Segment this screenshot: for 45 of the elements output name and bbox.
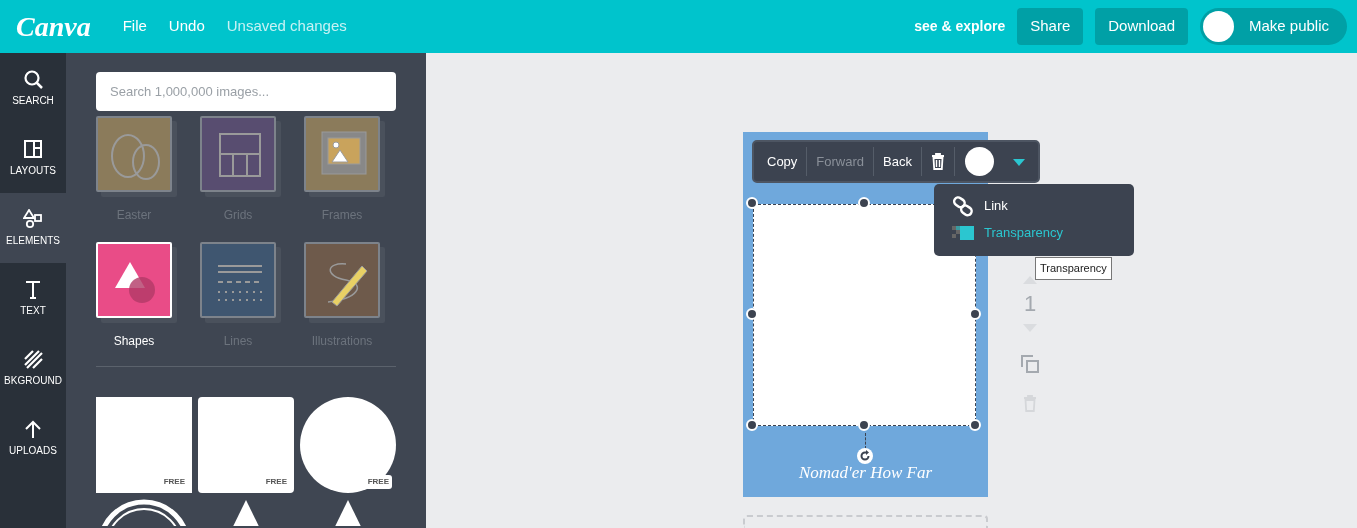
layout-icon: [23, 138, 43, 159]
sidebar-tab[interactable]: ELEMENTS: [0, 193, 66, 263]
sidebar-tab[interactable]: SEARCH: [0, 53, 66, 123]
background-icon: [23, 348, 43, 369]
toolbar-button[interactable]: Copy: [758, 147, 808, 176]
tooltip: Transparency: [1035, 257, 1112, 280]
sidebar-tab[interactable]: TEXT: [0, 263, 66, 333]
color-swatch[interactable]: [964, 147, 994, 176]
rotate-icon[interactable]: [857, 448, 873, 464]
page-caption: Nomad'er How Far: [798, 462, 933, 484]
dropdown-button[interactable]: [1011, 156, 1026, 167]
caret-icon: [1011, 156, 1026, 167]
toolbar-button[interactable]: Download: [1095, 8, 1188, 45]
sidebar-tab[interactable]: UPLOADS: [0, 403, 66, 473]
shapes-icon: [23, 208, 43, 229]
up-arrow-icon[interactable]: [1022, 275, 1038, 285]
save-status: Unsaved changes: [226, 16, 347, 37]
sidebar-tab[interactable]: LAYOUTS: [0, 123, 66, 193]
menu-item[interactable]: Link: [934, 192, 1134, 220]
logo[interactable]: Canva: [16, 5, 91, 48]
selected-rectangle[interactable]: [753, 204, 976, 426]
menu-item[interactable]: File: [122, 15, 147, 38]
make-public-toggle[interactable]: Make public: [1200, 8, 1347, 45]
trash-icon: [930, 153, 945, 170]
text-icon: [23, 278, 43, 299]
resize-handle[interactable]: [858, 197, 870, 209]
resize-handle[interactable]: [746, 308, 758, 320]
page-number: 1: [1023, 293, 1037, 315]
transparency-icon: [952, 225, 974, 240]
sidebar-tab[interactable]: BKGROUND: [0, 333, 66, 403]
link-icon: [952, 195, 974, 217]
toolbar-button[interactable]: Back: [874, 147, 922, 176]
resize-handle[interactable]: [969, 419, 981, 431]
resize-handle[interactable]: [746, 419, 758, 431]
explore-link[interactable]: see & explore: [914, 16, 1006, 37]
upload-icon: [23, 418, 43, 439]
circle-shape[interactable]: [300, 397, 396, 493]
resize-handle[interactable]: [746, 197, 758, 209]
menu-item[interactable]: Undo: [168, 15, 205, 38]
menu-item[interactable]: Transparency: [934, 220, 1134, 246]
search-field[interactable]: Search 1,000,000 images...: [96, 72, 396, 111]
category-tile[interactable]: Shapes: [96, 242, 200, 368]
free-badge: FREE: [364, 475, 392, 489]
search-icon: [23, 68, 43, 89]
toolbar-button[interactable]: Share: [1017, 8, 1084, 45]
